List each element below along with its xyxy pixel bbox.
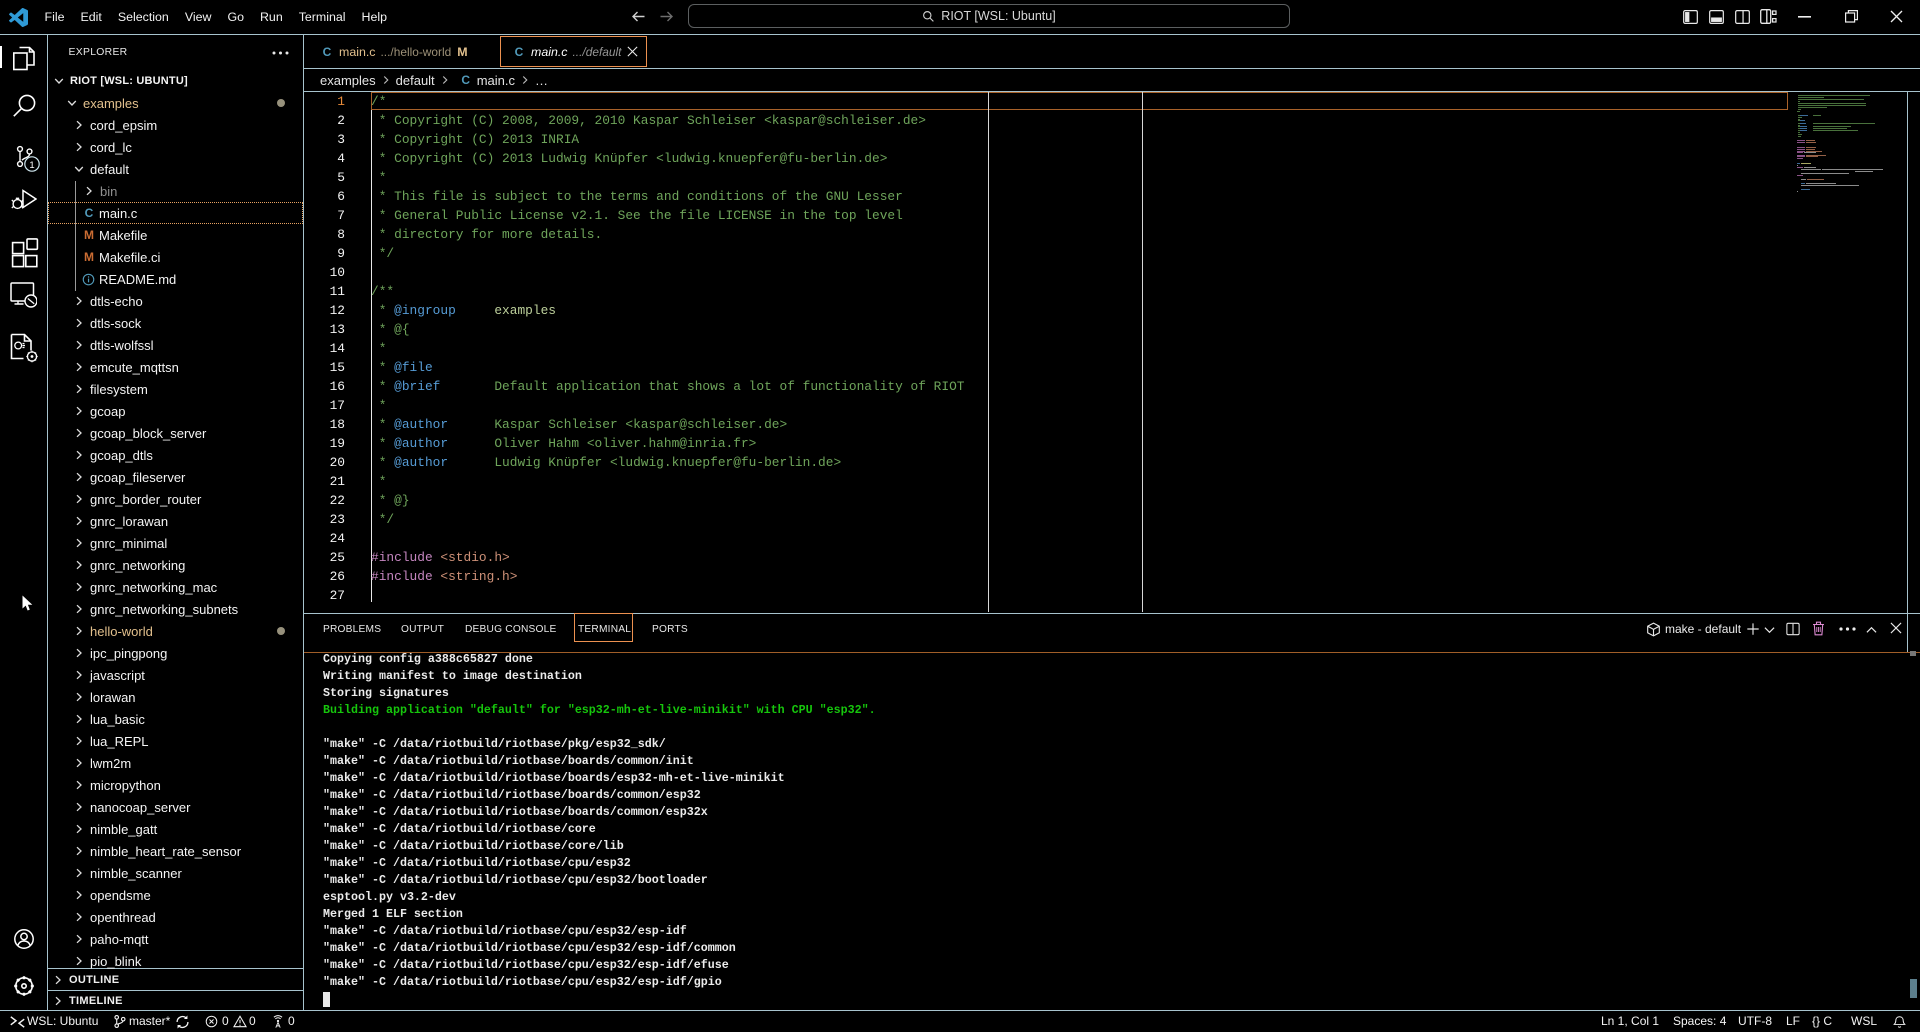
svg-text:1: 1	[29, 160, 34, 171]
